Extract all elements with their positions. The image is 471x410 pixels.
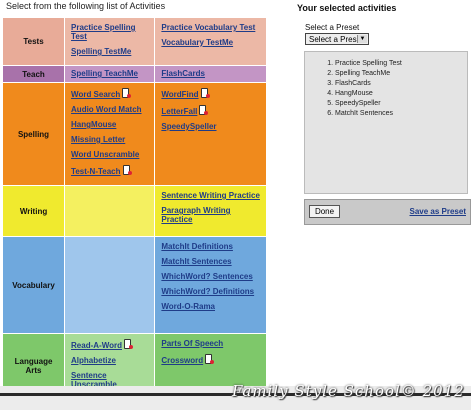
activity-spelling-testme[interactable]: Spelling TestMe <box>71 47 148 56</box>
activity-paragraph-writing-practice[interactable]: Paragraph Writing Practice <box>161 206 260 224</box>
mobile-phone-icon <box>205 354 215 364</box>
activity-practice-spelling-test[interactable]: Practice Spelling Test <box>71 23 148 41</box>
activity-word-search-label: Word Search <box>71 90 121 99</box>
activity-sentence-writing-practice[interactable]: Sentence Writing Practice <box>161 191 260 200</box>
selected-item: HangMouse <box>335 89 467 99</box>
writing-col1 <box>64 185 156 237</box>
activity-wordfind[interactable]: WordFind <box>161 88 260 99</box>
watermark-text: Family Style School© 2012 <box>232 382 465 400</box>
mobile-phone-icon <box>200 88 210 98</box>
activity-letterfall[interactable]: LetterFall <box>161 105 260 116</box>
selected-item: FlashCards <box>335 79 467 89</box>
mobile-phone-icon <box>122 165 132 175</box>
save-as-preset-link[interactable]: Save as Preset <box>410 207 467 216</box>
activity-missing-letter[interactable]: Missing Letter <box>71 135 148 144</box>
activity-speedyspeller[interactable]: SpeedySpeller <box>161 122 260 131</box>
preset-label: Select a Preset <box>305 23 360 32</box>
writing-col2: Sentence Writing Practice Paragraph Writ… <box>154 185 267 237</box>
activities-list-title: Select from the following list of Activi… <box>6 1 166 11</box>
preset-select[interactable]: Select a Preset ▼ <box>305 33 369 45</box>
selected-item: MatchIt Sentences <box>335 109 467 119</box>
category-vocabulary: Vocabulary <box>1 236 66 334</box>
activity-spelling-teachme[interactable]: Spelling TeachMe <box>71 69 148 78</box>
activity-crossword-label: Crossword <box>161 356 204 365</box>
activity-parts-of-speech[interactable]: Parts Of Speech <box>161 339 260 348</box>
vocabulary-col1 <box>64 236 156 334</box>
activity-whichword-definitions[interactable]: WhichWord? Definitions <box>161 287 260 296</box>
activity-word-unscramble[interactable]: Word Unscramble <box>71 150 148 159</box>
activity-alphabetize[interactable]: Alphabetize <box>71 356 148 365</box>
activity-flashcards[interactable]: FlashCards <box>161 69 260 78</box>
chevron-down-icon: ▼ <box>357 35 367 43</box>
tests-col2: Practice Vocabulary Test Vocabulary Test… <box>154 17 267 66</box>
selected-activities-panel: Practice Spelling Test Spelling TeachMe … <box>304 51 468 194</box>
activity-test-n-teach-label: Test-N-Teach <box>71 167 121 176</box>
spelling-col2: WordFind LetterFall SpeedySpeller <box>154 82 267 186</box>
activity-test-n-teach[interactable]: Test-N-Teach <box>71 165 148 176</box>
selected-item: Spelling TeachMe <box>335 69 467 79</box>
teach-col2: FlashCards <box>154 65 267 83</box>
tests-col1: Practice Spelling Test Spelling TestMe <box>64 17 156 66</box>
category-spelling: Spelling <box>1 82 66 186</box>
activity-vocabulary-testme[interactable]: Vocabulary TestMe <box>161 38 260 47</box>
category-teach: Teach <box>1 65 66 83</box>
vocabulary-col2: MatchIt Definitions MatchIt Sentences Wh… <box>154 236 267 334</box>
activity-whichword-sentences[interactable]: WhichWord? Sentences <box>161 272 260 281</box>
activity-read-a-word[interactable]: Read-A-Word <box>71 339 148 350</box>
activity-practice-vocabulary-test[interactable]: Practice Vocabulary Test <box>161 23 260 32</box>
activities-table: Tests Practice Spelling Test Spelling Te… <box>1 17 267 399</box>
selected-item: SpeedySpeller <box>335 99 467 109</box>
activity-wordfind-label: WordFind <box>161 90 199 99</box>
activity-matchit-definitions[interactable]: MatchIt Definitions <box>161 242 260 251</box>
selected-activities-title: Your selected activities <box>297 3 397 13</box>
selected-item: Practice Spelling Test <box>335 59 467 69</box>
mobile-phone-icon <box>122 88 132 98</box>
teach-col1: Spelling TeachMe <box>64 65 156 83</box>
activity-read-a-word-label: Read-A-Word <box>71 341 122 350</box>
activity-matchit-sentences[interactable]: MatchIt Sentences <box>161 257 260 266</box>
selection-action-bar: Done Save as Preset <box>304 199 471 225</box>
category-writing: Writing <box>1 185 66 237</box>
activity-word-search[interactable]: Word Search <box>71 88 148 99</box>
activity-crossword[interactable]: Crossword <box>161 354 260 365</box>
activity-letterfall-label: LetterFall <box>161 107 198 116</box>
spelling-col1: Word Search Audio Word Match HangMouse M… <box>64 82 156 186</box>
preset-select-value: Select a Preset <box>309 35 364 44</box>
activity-hangmouse[interactable]: HangMouse <box>71 120 148 129</box>
activity-audio-word-match[interactable]: Audio Word Match <box>71 105 148 114</box>
category-tests: Tests <box>1 17 66 66</box>
activity-word-o-rama[interactable]: Word-O-Rama <box>161 302 260 311</box>
mobile-phone-icon <box>199 105 209 115</box>
done-button[interactable]: Done <box>309 205 340 218</box>
mobile-phone-icon <box>124 339 133 349</box>
selected-activities-list: Practice Spelling Test Spelling TeachMe … <box>305 59 467 119</box>
